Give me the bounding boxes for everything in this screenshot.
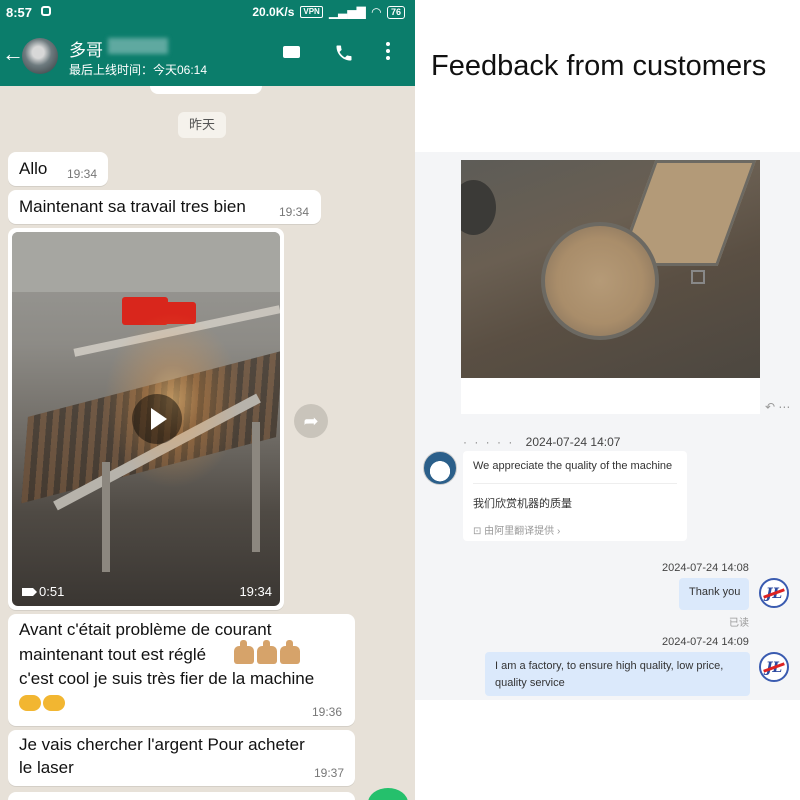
- message-time: 19:34: [67, 167, 98, 181]
- redacted-sender-name: · · · · ·: [463, 435, 515, 449]
- message-bubble[interactable]: Je vais chercher l'argent Pour acheter l…: [8, 730, 355, 786]
- read-status: 已读: [729, 618, 749, 629]
- video-duration-text: 0:51: [39, 584, 65, 599]
- whatsapp-chat-screenshot: 8:57 20.0K/s VPN ▁▃▅▇ ◠ 76 ← 多哥 最后上线时间：今…: [0, 0, 415, 800]
- message-bubble[interactable]: Avant c'était problème de courant mainte…: [8, 614, 355, 726]
- back-arrow-icon[interactable]: ←: [2, 42, 24, 66]
- translation-note: ⊡ 由阿里翻译提供 ›: [473, 526, 561, 537]
- last-seen: 最后上线时间：今天06:14: [69, 63, 208, 77]
- customer-message-card[interactable]: We appreciate the quality of the machine…: [463, 451, 687, 541]
- message-text: Maintenant sa travail tres bien: [19, 197, 246, 216]
- message-text: Allo: [19, 159, 48, 178]
- wifi-icon: ◠: [371, 5, 381, 19]
- message-text-en: We appreciate the quality of the machine: [473, 460, 673, 472]
- message-timestamp: 2024-07-24 14:07: [525, 435, 621, 449]
- message-line: le laser: [19, 758, 74, 777]
- customer-avatar[interactable]: [423, 451, 457, 485]
- message-line: c'est cool je suis très fier de la machi…: [19, 669, 315, 688]
- message-timestamp: 2024-07-24 14:08: [662, 562, 749, 574]
- cut-metal-photo[interactable]: [461, 160, 760, 378]
- previous-message-edge: [150, 86, 262, 94]
- message-time: 19:34: [279, 205, 310, 219]
- vpn-badge: VPN: [300, 6, 323, 18]
- reply-icon[interactable]: ↶ ⋯: [765, 400, 790, 414]
- video-call-icon[interactable]: [283, 45, 300, 63]
- message-bubble-partial: [8, 792, 355, 800]
- signal-icon: ▁▃▅▇: [328, 5, 366, 19]
- message-line: Avant c'était problème de courant: [19, 620, 272, 639]
- feedback-panel: Feedback from customers ↶ ⋯ · · · · · 20…: [415, 0, 800, 800]
- video-duration: 0:51: [22, 584, 64, 599]
- notification-icon: [41, 6, 51, 16]
- divider: [473, 483, 677, 484]
- network-speed: 20.0K/s: [252, 5, 295, 19]
- contact-avatar[interactable]: [22, 38, 58, 74]
- handshake-emoji: [19, 695, 67, 713]
- forward-icon[interactable]: ➦: [294, 404, 328, 438]
- reply-line: I am a factory, to ensure high quality, …: [495, 660, 724, 672]
- phone-call-icon[interactable]: [334, 43, 354, 68]
- reply-bubble[interactable]: Thank you: [679, 578, 749, 610]
- message-time: 19:34: [239, 584, 272, 599]
- customer-message-header: · · · · · 2024-07-24 14:07: [463, 435, 620, 449]
- chat-header: ← 多哥 最后上线时间：今天06:14: [0, 26, 415, 86]
- date-divider: 昨天: [178, 112, 226, 138]
- image-message-footer: [461, 378, 760, 414]
- video-camera-icon: [22, 587, 37, 596]
- reply-line: quality service: [495, 677, 565, 689]
- reply-bubble[interactable]: I am a factory, to ensure high quality, …: [485, 652, 750, 696]
- page-title: Feedback from customers: [431, 50, 767, 82]
- play-icon[interactable]: [132, 394, 182, 444]
- message-bubble[interactable]: Allo 19:34: [8, 152, 108, 186]
- status-bar: 8:57 20.0K/s VPN ▁▃▅▇ ◠ 76: [0, 0, 415, 26]
- company-logo: JL: [759, 578, 789, 608]
- more-options-icon[interactable]: [384, 42, 392, 63]
- message-timestamp: 2024-07-24 14:09: [662, 636, 749, 648]
- battery-icon: 76: [386, 5, 405, 19]
- thumbs-up-emoji: [234, 640, 303, 666]
- message-time: 19:36: [312, 705, 343, 719]
- message-time: 19:37: [314, 766, 345, 780]
- message-line: Je vais chercher l'argent Pour acheter: [19, 735, 305, 754]
- contact-name[interactable]: 多哥: [69, 36, 103, 61]
- redacted-name-blur: [108, 38, 168, 54]
- status-time: 8:57: [6, 5, 33, 20]
- reply-text: Thank you: [689, 586, 741, 598]
- video-thumbnail[interactable]: 0:51 19:34: [12, 232, 280, 606]
- company-logo: JL: [759, 652, 789, 682]
- message-line: maintenant tout est réglé: [19, 645, 207, 664]
- message-bubble[interactable]: Maintenant sa travail tres bien 19:34: [8, 190, 321, 224]
- message-text-zh: 我们欣赏机器的质量: [473, 498, 572, 510]
